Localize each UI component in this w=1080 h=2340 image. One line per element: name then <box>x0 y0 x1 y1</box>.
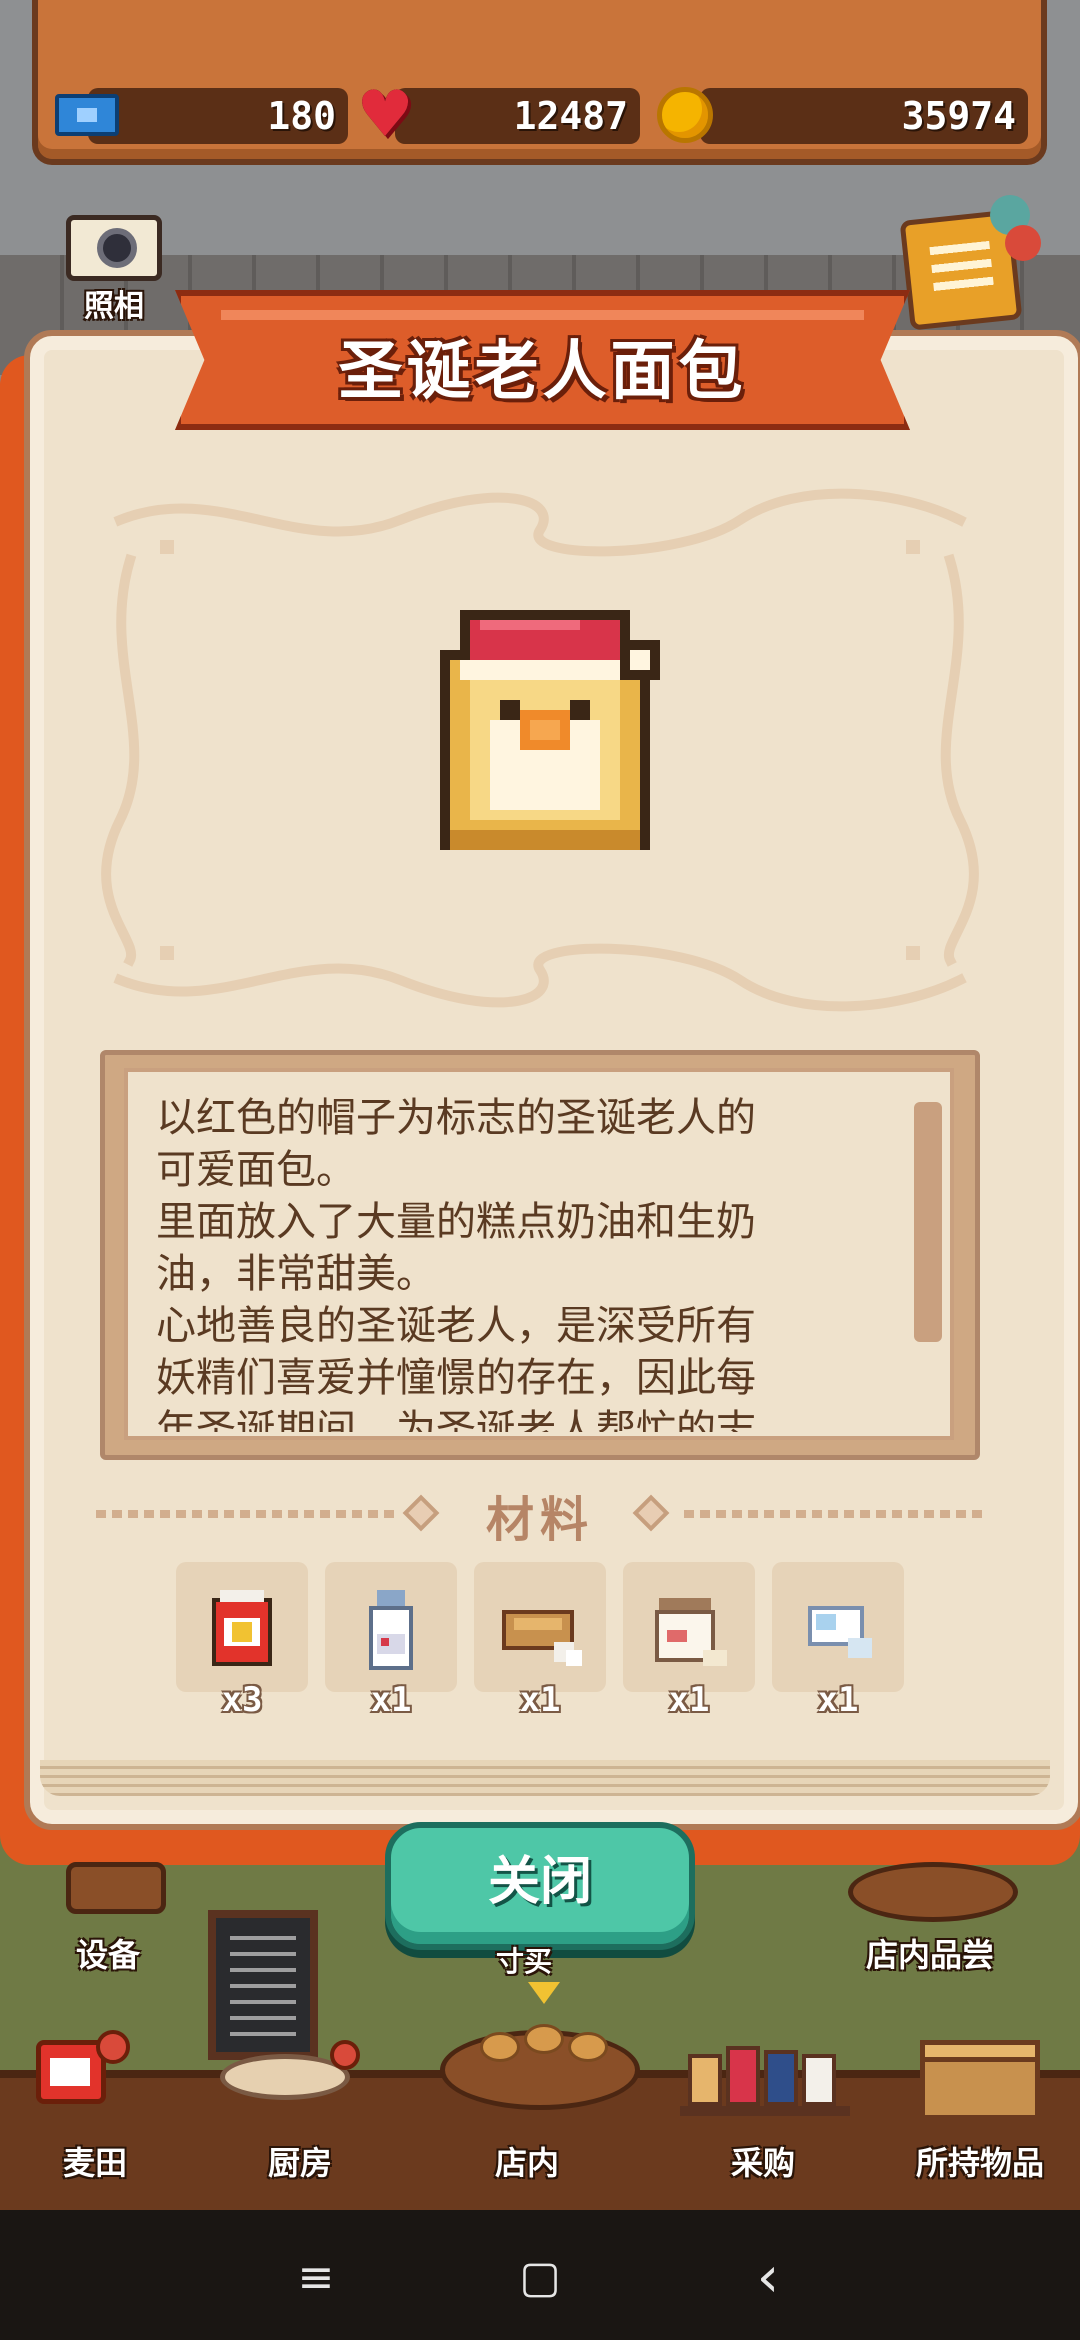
milk-bottle-icon <box>369 1590 413 1670</box>
material-slot-dough[interactable] <box>474 1562 606 1692</box>
material-qty: x1 <box>370 1680 412 1720</box>
chalkboard-icon[interactable] <box>208 1910 318 2060</box>
tasting-plate-icon <box>848 1862 1018 1922</box>
inventory-box-icon <box>920 2030 1040 2120</box>
camera-label: 照相 <box>84 289 144 324</box>
material-qty: x1 <box>817 1680 859 1720</box>
heart-count: 12487 <box>395 88 640 144</box>
material-slot-sugar[interactable] <box>623 1562 755 1692</box>
partial-label: 寸买 <box>496 1945 553 1978</box>
flour-bag-icon <box>212 1590 272 1666</box>
equipment-label[interactable]: 设备 <box>76 1930 140 1976</box>
coin-icon <box>650 80 720 150</box>
close-button[interactable]: 关闭 <box>385 1822 695 1950</box>
equipment-icon <box>66 1862 166 1914</box>
description-text: 以红色的帽子为标志的圣诞老人的 可爱面包。 里面放入了大量的糕点奶油和生奶 油，… <box>156 1095 756 1432</box>
ticket-count: 180 <box>88 88 348 144</box>
balloon-icon <box>1005 225 1041 261</box>
material-qty: x1 <box>519 1680 561 1720</box>
santa-bread-icon <box>440 610 660 850</box>
nav-kitchen[interactable]: 厨房 <box>210 2138 390 2184</box>
description-scrollbar[interactable] <box>914 1102 942 1342</box>
materials-title: 材料 <box>485 1492 594 1548</box>
bread-dough-icon <box>502 1610 582 1666</box>
nav-inventory[interactable]: 所持物品 <box>890 2138 1070 2184</box>
dialog-title: 圣诞老人面包 <box>338 335 747 409</box>
menu-icon <box>929 240 995 297</box>
material-slot-cream[interactable] <box>772 1562 904 1692</box>
system-menu-button[interactable]: ≡ <box>286 2248 346 2308</box>
wheat-field-icon <box>36 2030 130 2110</box>
system-home-button[interactable]: ▢ <box>510 2248 570 2308</box>
materials-divider-left <box>96 1510 396 1518</box>
camera-button[interactable]: 照相 <box>64 215 164 325</box>
coin-count: 35974 <box>700 88 1028 144</box>
nav-purchase[interactable]: 采购 <box>673 2138 853 2184</box>
purchase-icon <box>680 2036 850 2116</box>
sugar-jar-icon <box>655 1598 727 1666</box>
nav-store[interactable]: 店内 <box>437 2138 617 2184</box>
cream-icon <box>808 1606 872 1658</box>
ticket-icon <box>52 80 122 150</box>
material-qty: x3 <box>221 1680 263 1720</box>
store-tasting-label[interactable]: 店内品尝 <box>866 1930 994 1976</box>
heart-icon: ♥ <box>356 78 414 152</box>
store-icon <box>440 1982 640 2110</box>
kitchen-icon <box>220 2040 370 2110</box>
book-pages <box>40 1760 1050 1796</box>
system-back-button[interactable]: ‹ <box>738 2248 798 2308</box>
nav-wheat-field[interactable]: 麦田 <box>5 2138 185 2184</box>
camera-icon <box>66 215 162 281</box>
material-slot-flour[interactable] <box>176 1562 308 1692</box>
material-slot-milk[interactable] <box>325 1562 457 1692</box>
materials-divider-right <box>684 1510 984 1518</box>
material-qty: x1 <box>668 1680 710 1720</box>
